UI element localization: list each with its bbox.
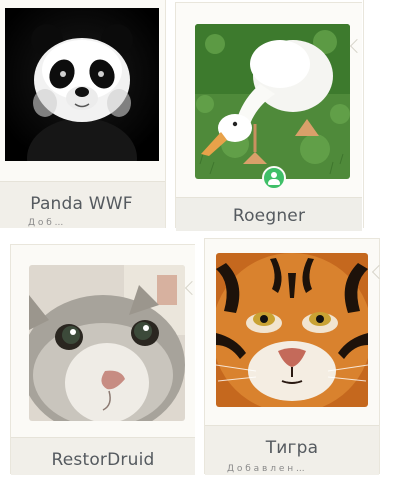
friend-card-roegner[interactable]: Roegner: [175, 2, 365, 231]
friend-name[interactable]: RestorDruid: [11, 437, 195, 475]
chevron-left-icon: [349, 38, 365, 54]
friend-subline: Д о б а в л е н ...: [227, 464, 305, 474]
friend-subline: Д о б ...: [28, 218, 64, 228]
avatar-panda[interactable]: [5, 8, 159, 161]
friends-grid: Panda WWF Д о б ... Roegner RestorDruid …: [0, 0, 400, 481]
user-online-icon: [262, 166, 286, 190]
avatar-tigra[interactable]: [216, 253, 368, 407]
chevron-left-icon: [371, 264, 387, 280]
avatar-roegner[interactable]: [195, 24, 350, 179]
avatar-restordruid[interactable]: [29, 265, 185, 421]
friend-card-tigra[interactable]: Тигра Д о б а в л е н ...: [204, 238, 387, 475]
divider: [363, 0, 364, 228]
friend-card-restordruid[interactable]: RestorDruid: [10, 244, 200, 475]
chevron-left-icon: [184, 280, 200, 296]
friend-name[interactable]: Roegner: [176, 197, 362, 231]
friend-card-panda[interactable]: Panda WWF Д о б ...: [0, 0, 166, 228]
friend-name[interactable]: Panda WWF: [0, 181, 165, 228]
